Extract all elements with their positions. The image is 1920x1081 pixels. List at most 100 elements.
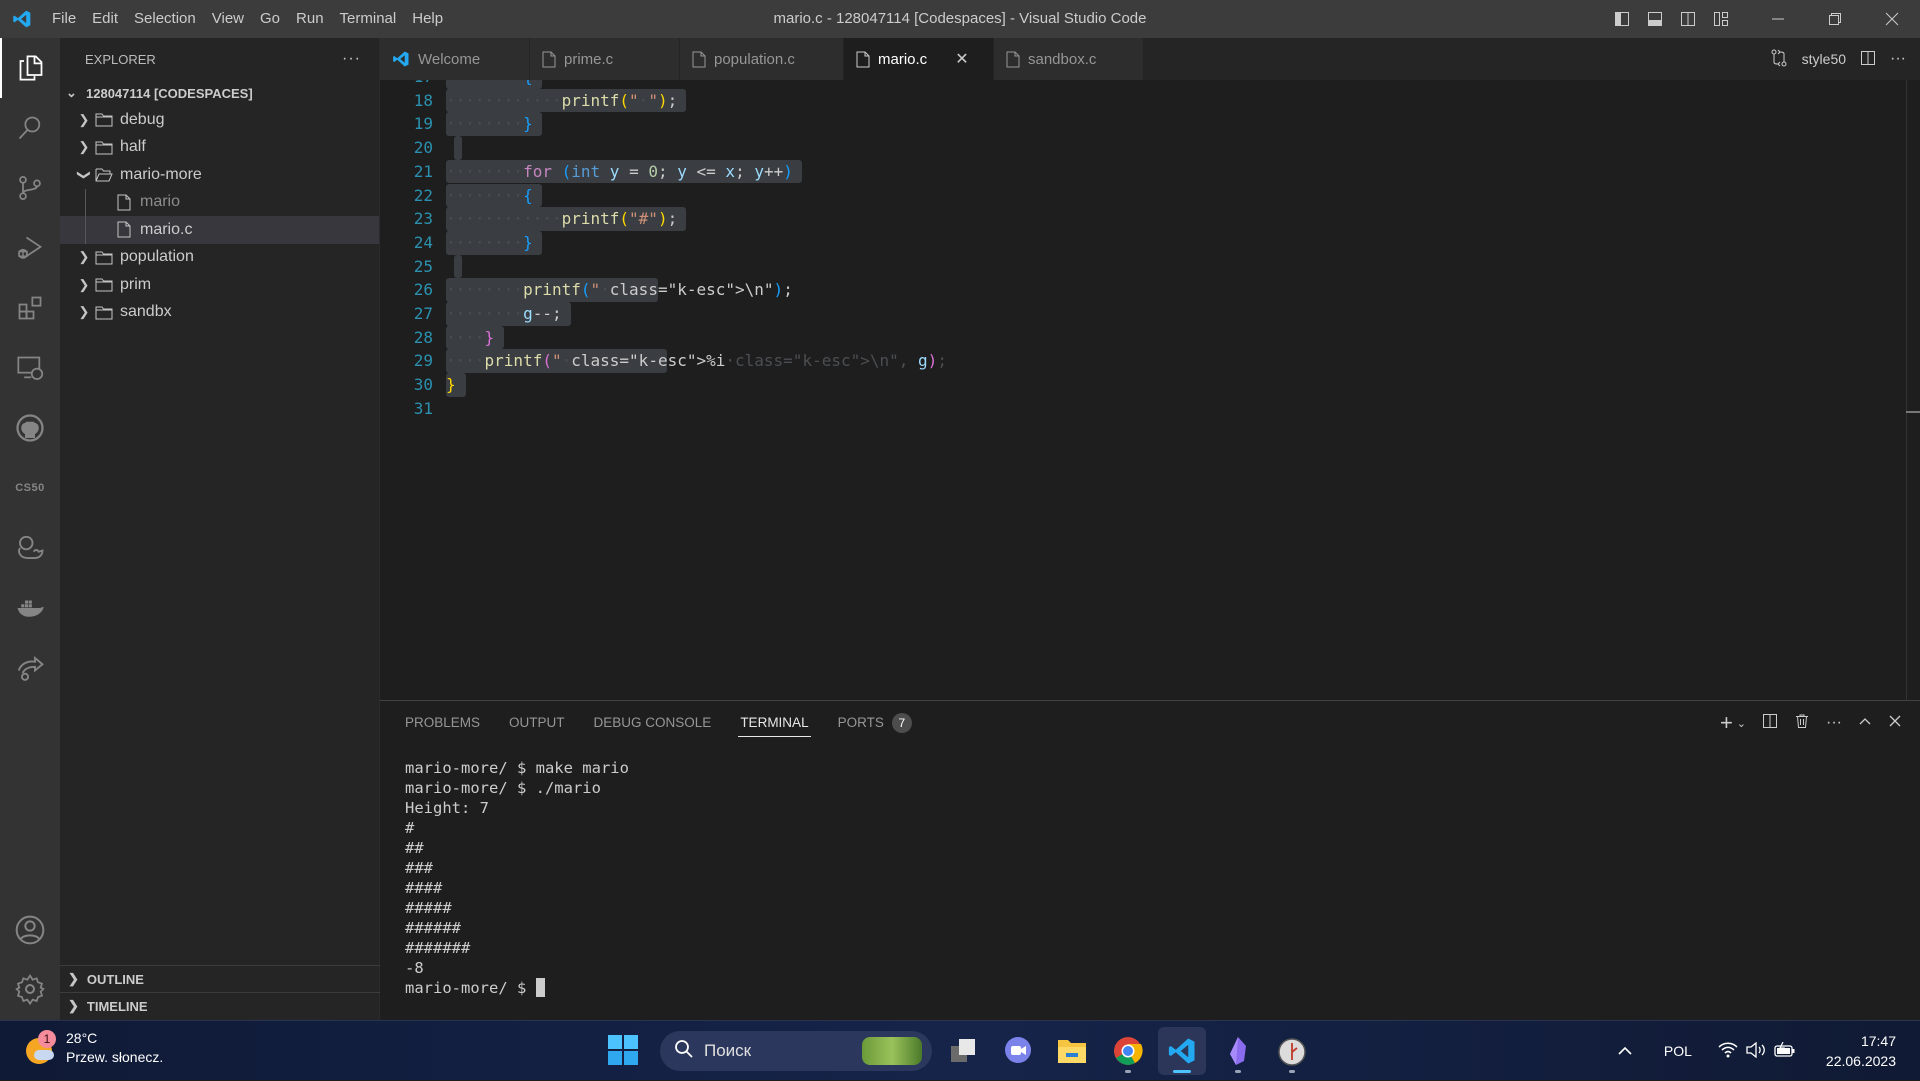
code-line[interactable]: 31 — [380, 397, 1880, 421]
tab-prime-c[interactable]: prime.c — [530, 38, 680, 80]
editor-scrollbar[interactable] — [1906, 80, 1920, 700]
file-explorer-icon[interactable] — [1048, 1027, 1096, 1075]
source-control-icon[interactable] — [0, 158, 60, 218]
chevron-down-icon[interactable]: ⌄ — [1737, 717, 1746, 730]
tab-mario-c[interactable]: mario.c ✕ — [844, 38, 994, 80]
remote-explorer-icon[interactable] — [0, 338, 60, 398]
close-tab-icon[interactable]: ✕ — [955, 49, 968, 69]
show-hidden-icons-chevron-icon[interactable] — [1618, 1043, 1632, 1059]
menu-edit[interactable]: Edit — [84, 0, 126, 38]
clock[interactable]: 17:47 22.06.2023 — [1826, 1031, 1920, 1071]
chrome-icon[interactable] — [1104, 1027, 1152, 1075]
code-line[interactable]: 20 — [380, 136, 1880, 160]
tree-item-prim[interactable]: ❯ prim — [60, 271, 379, 299]
split-editor-icon[interactable] — [1860, 50, 1876, 69]
clock-app-icon[interactable] — [1268, 1027, 1316, 1075]
timeline-section[interactable]: ❯ TIMELINE — [60, 992, 380, 1019]
code-line[interactable]: 18 ············printf("·"); — [380, 88, 1880, 113]
code-line[interactable]: 25 — [380, 254, 1880, 279]
code-line[interactable]: 24 ········} — [380, 230, 1880, 255]
code-line[interactable]: 27 ········g--; — [380, 302, 1880, 326]
accounts-icon[interactable] — [0, 900, 60, 960]
docker-icon[interactable] — [0, 578, 60, 638]
tree-item-half[interactable]: ❯ half — [60, 134, 379, 162]
style50-button[interactable]: style50 — [1802, 51, 1846, 67]
wifi-icon[interactable] — [1718, 1041, 1738, 1061]
restore-button[interactable] — [1806, 0, 1863, 38]
code-line[interactable]: 28 ····} — [380, 325, 1880, 350]
terminal-output[interactable]: mario-more/ $ make mario mario-more/ $ ./… — [405, 758, 629, 998]
tab-terminal[interactable]: TERMINAL — [738, 701, 811, 745]
code-line[interactable]: 29 ····printf("·class="k-esc">%i·class="k… — [380, 349, 1880, 374]
tab-population-c[interactable]: population.c — [680, 38, 844, 80]
code-line[interactable]: 22 ········{ — [380, 183, 1880, 208]
outline-section[interactable]: ❯ OUTLINE — [60, 965, 380, 992]
menu-selection[interactable]: Selection — [126, 0, 204, 38]
cs50-icon[interactable]: CS50 — [0, 458, 60, 518]
editor-tabs: Welcome prime.c population.c mario.c ✕ s… — [380, 38, 1920, 80]
live-share-icon[interactable] — [0, 638, 60, 698]
extensions-icon[interactable] — [0, 278, 60, 338]
menu-terminal[interactable]: Terminal — [332, 0, 405, 38]
windows-start-icon[interactable] — [608, 1035, 638, 1070]
toggle-primary-sidebar-icon[interactable] — [1605, 0, 1638, 38]
tree-item-mario-c[interactable]: mario.c — [60, 216, 379, 244]
weather-widget[interactable]: 1 28°C Przew. słonecz. — [24, 1029, 163, 1067]
tab-ports[interactable]: PORTS 7 — [838, 701, 912, 745]
tree-item-mario[interactable]: mario — [60, 188, 379, 216]
minimize-button[interactable] — [1749, 0, 1806, 38]
tab-welcome[interactable]: Welcome — [380, 38, 530, 80]
tab-sandbox-c[interactable]: sandbox.c — [994, 38, 1144, 80]
compare-changes-icon[interactable] — [1770, 49, 1788, 70]
close-panel-icon[interactable] — [1888, 714, 1902, 733]
tab-output[interactable]: OUTPUT — [509, 701, 565, 745]
menu-go[interactable]: Go — [252, 0, 288, 38]
more-actions-icon[interactable]: ··· — [1826, 714, 1842, 732]
more-actions-icon[interactable]: ··· — [342, 50, 361, 68]
trash-icon[interactable] — [1794, 713, 1810, 734]
run-debug-icon[interactable] — [0, 218, 60, 278]
code-line[interactable]: 19 ········} — [380, 112, 1880, 137]
code-editor[interactable]: 17 ········{18 ············printf("·"); 19 ·… — [380, 80, 1920, 700]
search-icon[interactable] — [0, 98, 60, 158]
teams-chat-icon[interactable] — [994, 1027, 1042, 1075]
tree-item-mario-more[interactable]: ❯ mario-more — [60, 161, 379, 189]
customize-layout-icon[interactable] — [1704, 0, 1737, 38]
tab-problems[interactable]: PROBLEMS — [405, 701, 480, 745]
code-line[interactable]: 26 ········printf("·class="k-esc">\n"); — [380, 278, 1880, 302]
input-language[interactable]: POL — [1664, 1043, 1692, 1059]
menu-run[interactable]: Run — [288, 0, 332, 38]
code-line[interactable]: 23 ············printf("#"); — [380, 207, 1880, 231]
workspace-root[interactable]: ⌄ 128047114 [CODESPACES] — [60, 80, 379, 106]
chevron-right-icon: ❯ — [78, 139, 90, 155]
new-terminal-icon[interactable]: + — [1720, 710, 1733, 736]
menu-file[interactable]: File — [44, 0, 84, 38]
volume-icon[interactable] — [1746, 1041, 1766, 1061]
battery-charging-icon[interactable] — [1774, 1041, 1796, 1061]
tree-item-population[interactable]: ❯ population — [60, 244, 379, 272]
chevron-right-icon: ❯ — [68, 998, 79, 1013]
taskbar-search[interactable]: Поиск — [660, 1031, 932, 1071]
vscode-icon[interactable] — [1158, 1027, 1206, 1075]
code-line[interactable]: 30} — [380, 373, 1880, 397]
settings-gear-icon[interactable] — [0, 959, 60, 1019]
menu-help[interactable]: Help — [404, 0, 451, 38]
toggle-secondary-sidebar-icon[interactable] — [1671, 0, 1704, 38]
duck-debugger-icon[interactable] — [0, 518, 60, 578]
menu-view[interactable]: View — [204, 0, 252, 38]
chevron-right-icon: ❯ — [78, 304, 90, 320]
obsidian-icon[interactable] — [1214, 1027, 1262, 1075]
toggle-panel-icon[interactable] — [1638, 0, 1671, 38]
task-view-icon[interactable] — [940, 1027, 988, 1075]
split-terminal-icon[interactable] — [1762, 713, 1778, 734]
more-actions-icon[interactable]: ··· — [1890, 50, 1906, 68]
tab-debug-console[interactable]: DEBUG CONSOLE — [594, 701, 712, 745]
explorer-icon[interactable] — [0, 38, 60, 98]
close-window-button[interactable] — [1863, 0, 1920, 38]
maximize-panel-icon[interactable] — [1858, 714, 1872, 733]
code-line[interactable]: 17 ········{ — [380, 80, 1880, 89]
tree-item-sandbx[interactable]: ❯ sandbx — [60, 299, 379, 327]
tree-item-debug[interactable]: ❯ debug — [60, 106, 379, 134]
github-icon[interactable] — [0, 398, 60, 458]
code-line[interactable]: 21 ········for (int y = 0; y <= x; y++) — [380, 159, 1880, 184]
